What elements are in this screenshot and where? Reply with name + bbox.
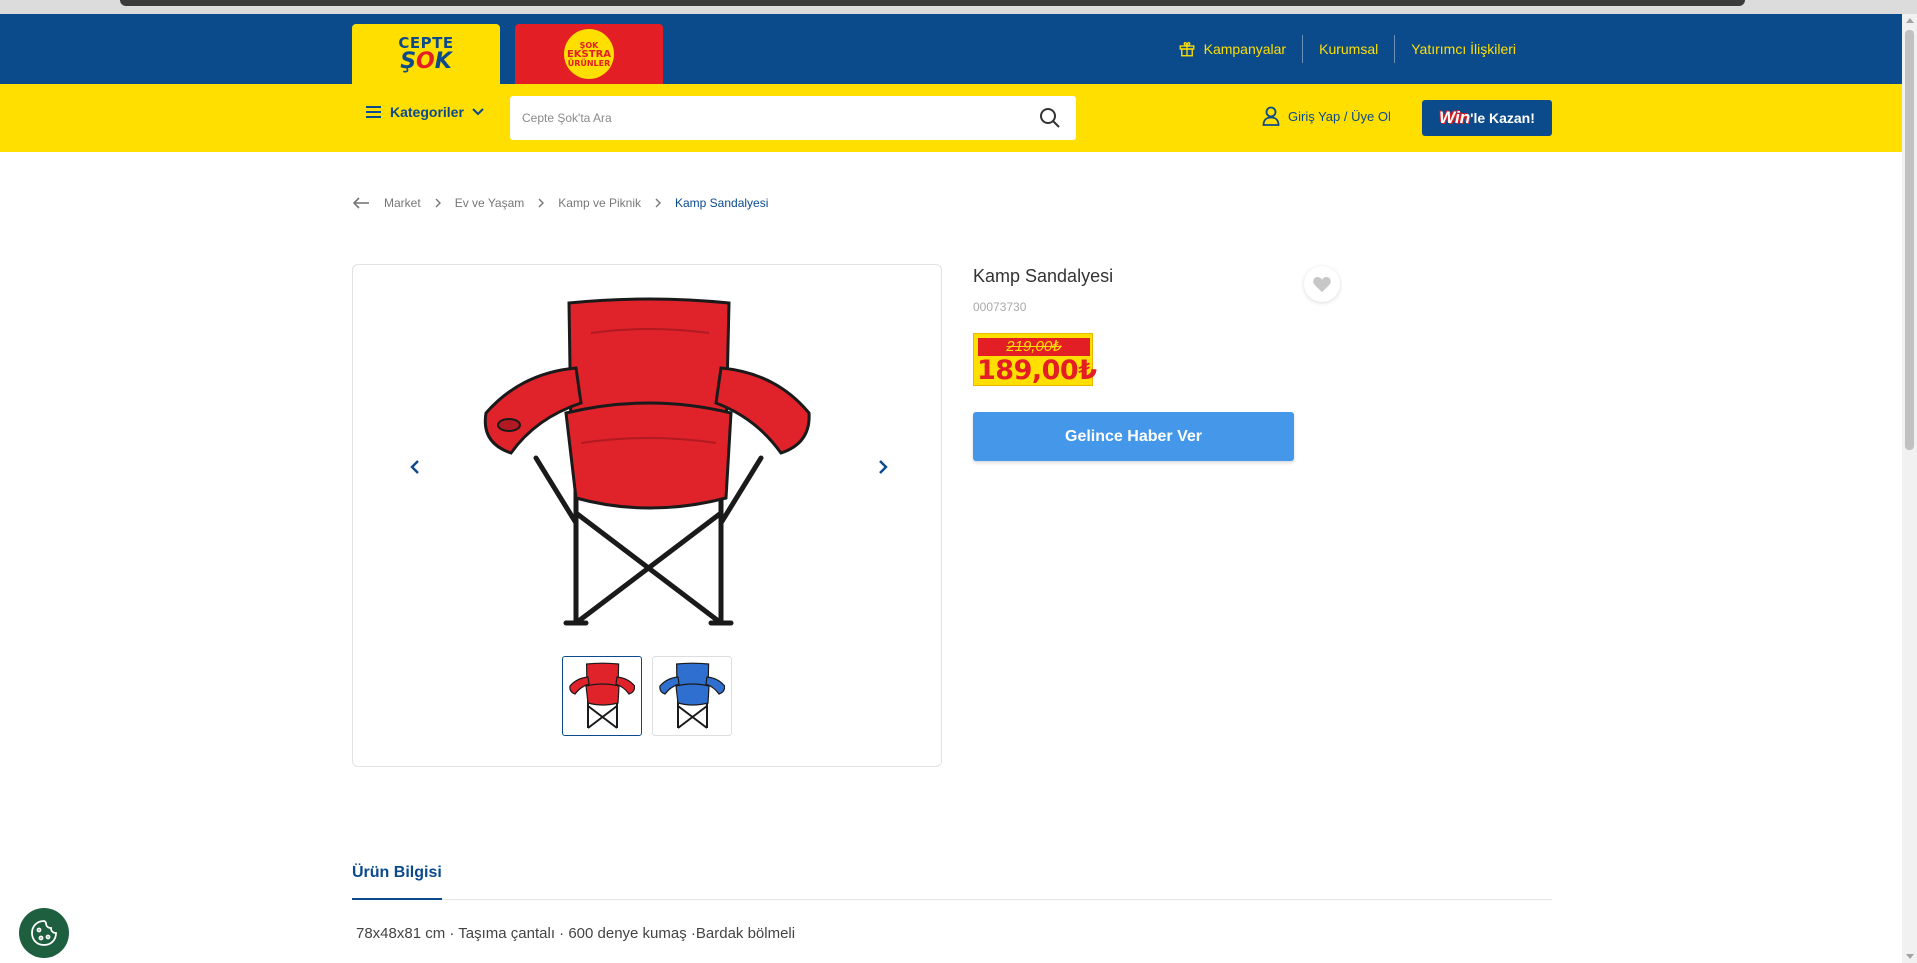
page-scrollbar[interactable]	[1902, 14, 1917, 963]
ekstra-badge: ŞOK EKSTRA ÜRÜNLER	[564, 29, 614, 79]
search-icon[interactable]	[1038, 106, 1062, 130]
win-kazan-button[interactable]: Win'le Kazan!	[1422, 100, 1552, 136]
chevron-right-icon	[435, 198, 441, 208]
ekstra-text-urunler: ÜRÜNLER	[567, 58, 611, 68]
favorite-button[interactable]	[1304, 266, 1340, 302]
categories-button[interactable]: Kategoriler	[366, 104, 484, 120]
hamburger-icon	[366, 106, 381, 118]
win-suffix-text: 'le Kazan!	[1470, 110, 1535, 126]
logo-letter-k: K	[434, 49, 452, 74]
thumbnail-red-chair[interactable]	[562, 656, 642, 736]
red-chair-thumbnail-icon	[569, 662, 635, 729]
browser-tab-bar	[120, 0, 1745, 6]
kurumsal-link[interactable]: Kurumsal	[1303, 35, 1396, 63]
sok-ekstra-logo[interactable]: ŞOK EKSTRA ÜRÜNLER	[515, 24, 663, 84]
gallery-prev-button[interactable]	[403, 455, 427, 479]
logo-letter-s: Ş	[400, 49, 417, 74]
chevron-right-icon	[538, 198, 545, 208]
scrollbar-thumb[interactable]	[1905, 30, 1914, 450]
gallery-next-button[interactable]	[871, 455, 895, 479]
chevron-right-icon	[879, 460, 888, 474]
search-input[interactable]	[510, 96, 1038, 140]
login-register-link[interactable]: Giriş Yap / Üye Ol	[1262, 106, 1391, 126]
blue-chair-thumbnail-icon	[659, 662, 725, 729]
notify-when-available-button[interactable]: Gelince Haber Ver	[973, 412, 1294, 461]
price-badge: 219,00₺ 189,00₺	[973, 333, 1097, 386]
heart-icon	[1313, 277, 1331, 293]
thumbnail-strip	[562, 656, 732, 736]
ekstra-text-ekstra: EKSTRA	[566, 48, 612, 60]
product-description: 78x48x81 cm · Taşıma çantalı · 600 denye…	[356, 925, 796, 942]
thumbnail-blue-chair[interactable]	[652, 656, 732, 736]
yatirimci-label: Yatırımcı İlişkileri	[1411, 41, 1516, 57]
breadcrumb-kamp-piknik[interactable]: Kamp ve Piknik	[558, 196, 641, 210]
breadcrumb-ev-yasam[interactable]: Ev ve Yaşam	[455, 196, 525, 210]
browser-top-strip	[0, 0, 1917, 14]
new-price: 189,00₺	[977, 355, 1097, 386]
product-image-camp-chair	[483, 297, 811, 626]
cookie-icon	[31, 920, 57, 946]
product-title: Kamp Sandalyesi	[973, 266, 1114, 286]
search-header: Kategoriler Giriş Yap / Üye Ol Win'le Ka…	[0, 84, 1902, 152]
old-price: 219,00₺	[978, 338, 1090, 356]
login-label: Giriş Yap / Üye Ol	[1288, 108, 1391, 124]
kampanyalar-label: Kampanyalar	[1203, 41, 1287, 57]
chevron-down-icon	[472, 108, 484, 116]
breadcrumb-current: Kamp Sandalyesi	[674, 196, 769, 210]
tab-product-info[interactable]: Ürün Bilgisi	[352, 864, 442, 900]
logo-text-sok: ŞOK	[400, 51, 452, 73]
cookie-settings-button[interactable]	[19, 908, 69, 958]
scroll-up-arrow[interactable]	[1906, 18, 1914, 23]
logo-letter-o: O	[416, 49, 435, 74]
chevron-right-icon	[655, 198, 661, 208]
win-logo-text: Win	[1439, 108, 1471, 127]
product-code: 00073730	[973, 300, 1027, 314]
back-arrow-icon[interactable]	[352, 196, 370, 210]
kampanyalar-link[interactable]: Kampanyalar	[1162, 35, 1304, 63]
page-root: CEPTE ŞOK ŞOK EKSTRA ÜRÜNLER Kampanyalar	[0, 0, 1917, 963]
categories-label: Kategoriler	[390, 104, 464, 120]
product-tabs: Ürün Bilgisi	[352, 864, 1552, 900]
chevron-left-icon	[410, 460, 419, 474]
top-nav-links: Kampanyalar Kurumsal Yatırımcı İlişkiler…	[1162, 14, 1532, 84]
cepte-sok-logo[interactable]: CEPTE ŞOK	[352, 24, 500, 84]
breadcrumb: Market Ev ve Yaşam Kamp ve Piknik Kamp S…	[352, 196, 768, 210]
top-header: CEPTE ŞOK ŞOK EKSTRA ÜRÜNLER Kampanyalar	[0, 14, 1902, 84]
breadcrumb-market[interactable]: Market	[384, 196, 421, 210]
search-box	[510, 96, 1076, 140]
gift-icon	[1179, 41, 1195, 57]
user-icon	[1262, 106, 1280, 126]
product-gallery	[352, 264, 942, 767]
kurumsal-label: Kurumsal	[1319, 41, 1379, 57]
scroll-down-arrow[interactable]	[1906, 954, 1914, 959]
yatirimci-iliskileri-link[interactable]: Yatırımcı İlişkileri	[1395, 35, 1532, 63]
